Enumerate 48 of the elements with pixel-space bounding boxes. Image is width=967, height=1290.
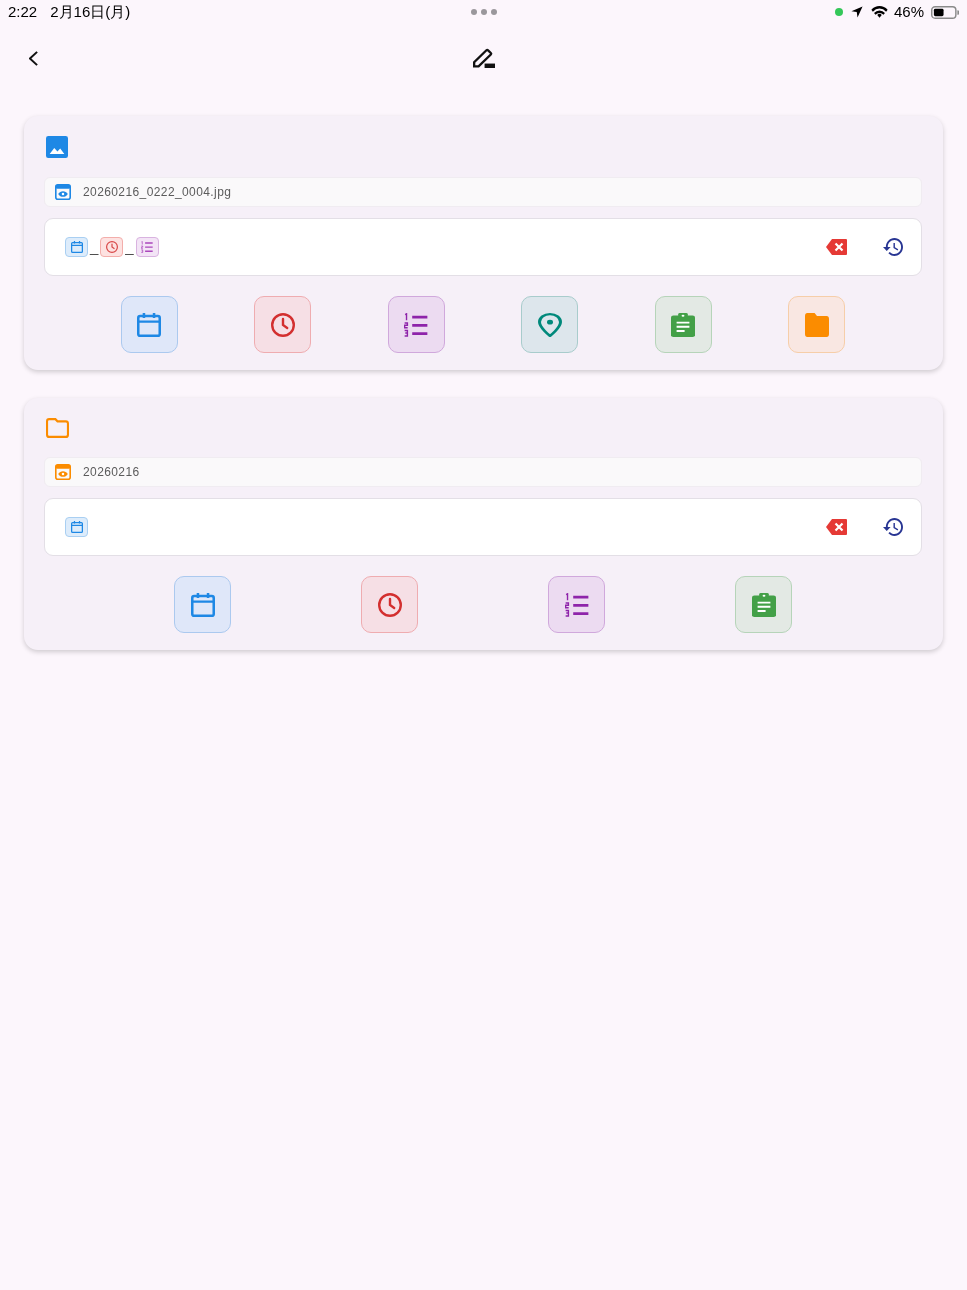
battery-percent: 46% (893, 3, 924, 21)
multitasking-dots-icon[interactable] (470, 9, 497, 15)
folder-button[interactable] (788, 296, 846, 353)
numbered-list-icon (135, 237, 159, 257)
folder-icon (804, 312, 829, 337)
filename-pattern-field[interactable]: _ _ (44, 218, 922, 276)
indicator-dot-icon (834, 8, 843, 16)
eye-icon[interactable] (55, 184, 71, 200)
calendar-icon (137, 312, 162, 337)
calendar-button[interactable] (174, 576, 231, 633)
numbered-list-button[interactable] (548, 576, 605, 633)
calendar-icon (65, 517, 88, 537)
clock-button[interactable] (361, 576, 418, 633)
separator-text: _ (125, 237, 134, 257)
eye-icon[interactable] (55, 464, 71, 480)
backspace-icon[interactable] (826, 239, 847, 255)
numbered-list-icon (404, 312, 429, 337)
folder-icon (46, 418, 69, 438)
location-arrow-icon (850, 6, 863, 18)
wifi-icon (870, 6, 888, 18)
location-pin-button[interactable] (521, 296, 579, 353)
back-icon[interactable] (29, 50, 38, 66)
calendar-icon (65, 237, 88, 257)
location-pin-icon (537, 312, 562, 337)
clock-button[interactable] (254, 296, 312, 353)
filename-pattern-field[interactable] (44, 498, 922, 556)
separator-text: _ (90, 237, 99, 257)
filename-text: 20260216 (83, 465, 140, 479)
backspace-icon[interactable] (826, 519, 847, 535)
image-icon (46, 136, 68, 158)
clipboard-icon (751, 592, 776, 617)
clock-icon (377, 592, 402, 617)
clock-icon (270, 312, 295, 337)
clipboard-icon (671, 312, 696, 337)
history-icon[interactable] (883, 238, 903, 256)
battery-icon (931, 5, 959, 19)
clipboard-button[interactable] (654, 296, 712, 353)
history-icon[interactable] (883, 518, 903, 536)
filename-text: 20260216_0222_0004.jpg (83, 185, 232, 199)
numbered-list-button[interactable] (387, 296, 445, 353)
numbered-list-icon (564, 592, 589, 617)
clipboard-button[interactable] (735, 576, 792, 633)
calendar-icon (190, 592, 215, 617)
status-time: 2:22 (8, 3, 38, 21)
status-date: 2月16日(月) (50, 3, 131, 21)
calendar-button[interactable] (120, 296, 178, 353)
edit-icon (472, 48, 495, 68)
clock-icon (100, 237, 124, 257)
